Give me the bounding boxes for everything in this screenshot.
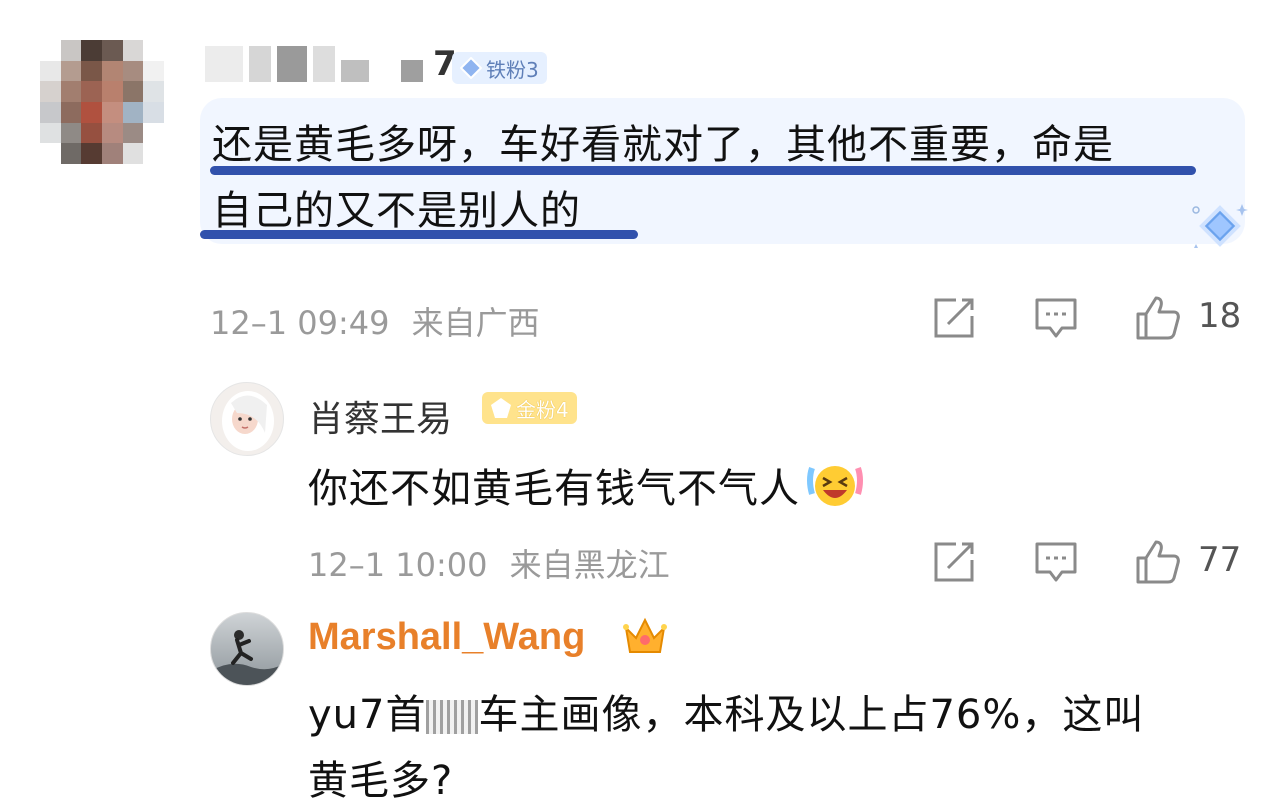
blur-block bbox=[341, 60, 369, 82]
reply-text: 你还不如黄毛有钱气不气人 bbox=[308, 456, 864, 514]
text-before-redaction: yu7首 bbox=[308, 692, 427, 738]
gem-icon bbox=[491, 398, 511, 418]
reply-text: yu7首 车主画像，本科及以上占76%，这叫 黄毛多? bbox=[308, 682, 1238, 812]
blur-block bbox=[313, 46, 335, 82]
blur-block bbox=[277, 46, 307, 82]
like-icon[interactable] bbox=[1134, 294, 1182, 342]
laughing-tears-emoji-icon bbox=[807, 466, 863, 506]
blur-block bbox=[375, 46, 395, 82]
comment-text: 还是黄毛多呀，车好看就对了，其他不重要，命是 自己的又不是别人的 bbox=[212, 112, 1222, 244]
blur-block bbox=[205, 46, 243, 82]
avatar[interactable] bbox=[210, 612, 284, 686]
diamond-icon bbox=[460, 57, 482, 79]
reply-text-line: 黄毛多? bbox=[308, 758, 454, 804]
avatar-photo bbox=[211, 630, 283, 685]
reply-username[interactable]: Marshall_Wang bbox=[308, 616, 585, 659]
comment-meta: 12–1 09:49 来自广西 bbox=[210, 298, 540, 344]
reply-meta: 12–1 10:00 来自黑龙江 bbox=[308, 540, 670, 586]
avatar[interactable] bbox=[210, 382, 284, 456]
like-count: 18 bbox=[1198, 296, 1242, 336]
badge-label: 金粉4 bbox=[516, 397, 569, 422]
like-count: 77 bbox=[1198, 540, 1242, 580]
badge-label: 铁粉3 bbox=[486, 57, 539, 82]
comment-text-line: 自己的又不是别人的 bbox=[212, 188, 581, 234]
comment-text-line: 还是黄毛多呀，车好看就对了，其他不重要，命是 bbox=[212, 122, 1114, 168]
avatar-illustration bbox=[222, 391, 274, 451]
comment-icon[interactable] bbox=[1034, 296, 1078, 340]
pixelated-avatar[interactable] bbox=[40, 40, 164, 164]
fan-badge-iron[interactable]: 铁粉3 bbox=[452, 52, 547, 84]
timestamp: 12–1 10:00 bbox=[308, 546, 488, 584]
crown-icon bbox=[623, 617, 667, 653]
blur-block bbox=[401, 60, 423, 82]
diamond-sparkle-icon bbox=[1192, 204, 1248, 248]
redaction-smudge bbox=[426, 700, 479, 734]
blurred-username[interactable]: 7 bbox=[205, 44, 457, 84]
comment-icon[interactable] bbox=[1034, 540, 1078, 584]
share-icon[interactable] bbox=[932, 540, 976, 584]
reply-text-line: yu7首 车主画像，本科及以上占76%，这叫 bbox=[308, 682, 1238, 748]
blur-block bbox=[249, 46, 271, 82]
location: 来自黑龙江 bbox=[509, 546, 670, 584]
text-after-redaction: 车主画像，本科及以上占76%，这叫 bbox=[478, 692, 1145, 738]
location: 来自广西 bbox=[411, 304, 540, 342]
like-icon[interactable] bbox=[1134, 538, 1182, 586]
reply-text-content: 你还不如黄毛有钱气不气人 bbox=[308, 466, 800, 512]
fan-badge-gold[interactable]: 金粉4 bbox=[482, 392, 577, 424]
share-icon[interactable] bbox=[932, 296, 976, 340]
reply-username[interactable]: 肖蔡王易 bbox=[308, 390, 452, 442]
timestamp: 12–1 09:49 bbox=[210, 304, 390, 342]
